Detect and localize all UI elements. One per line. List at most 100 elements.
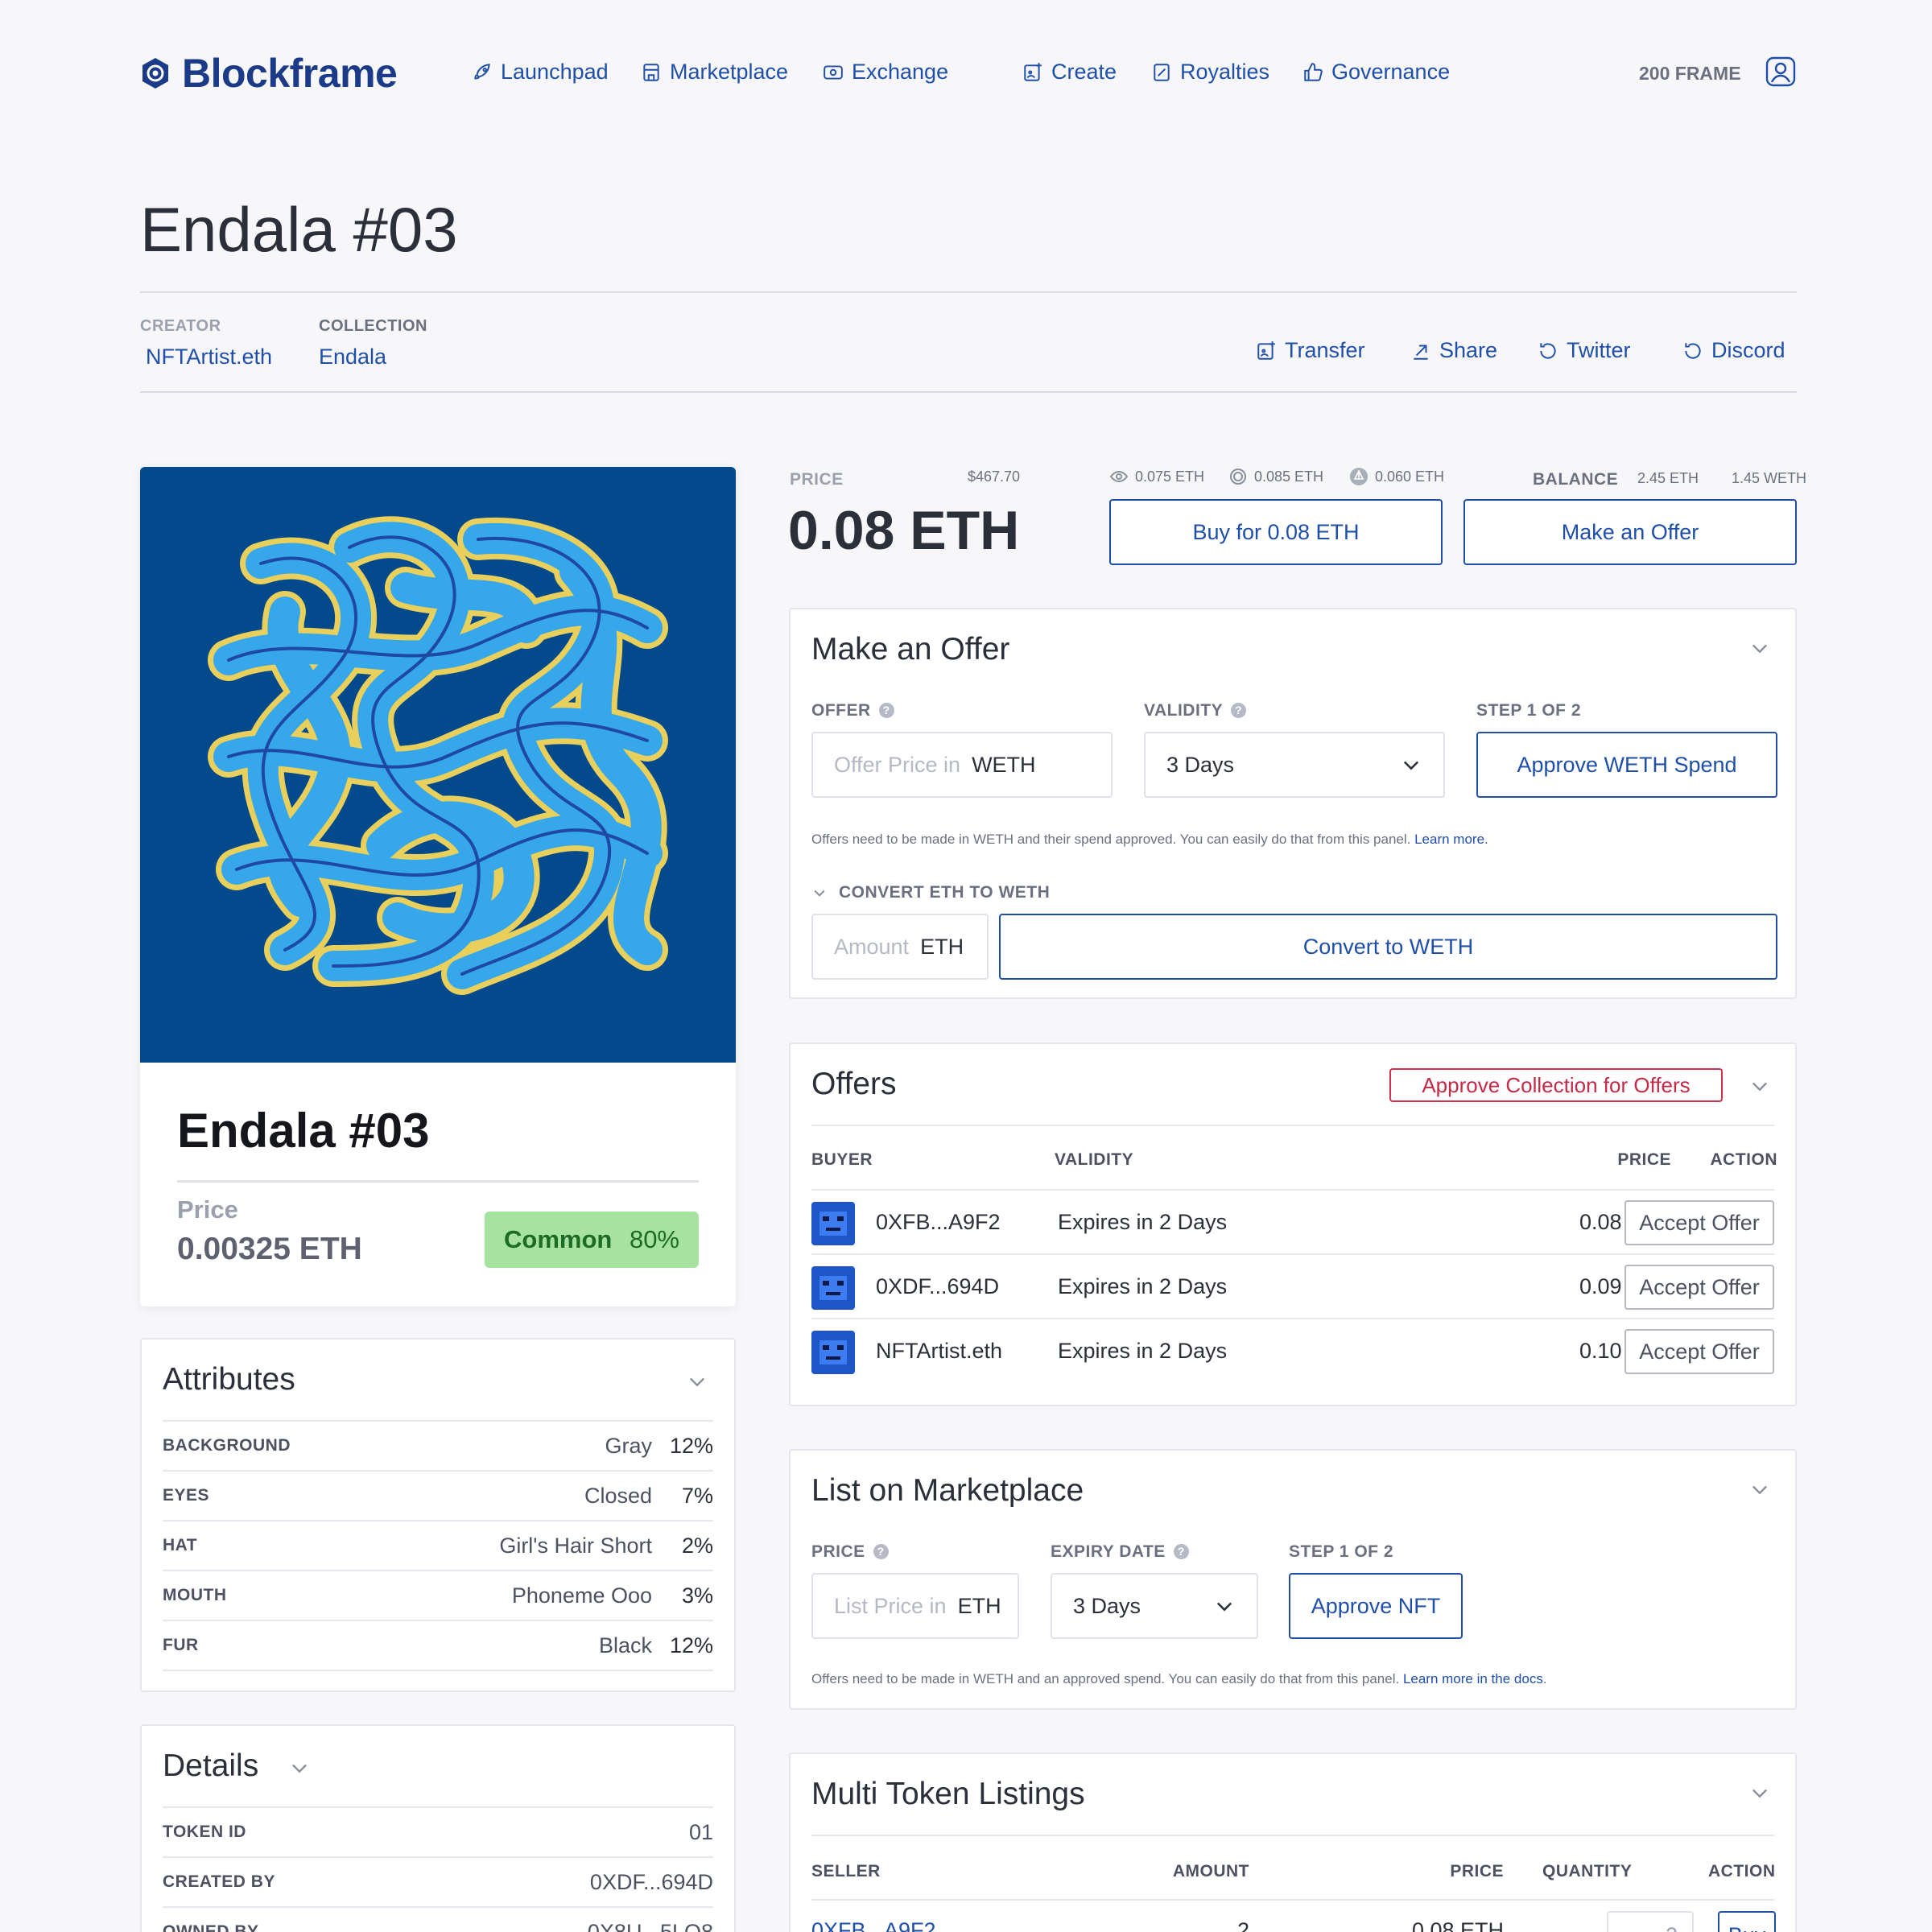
twitter-button[interactable]: Twitter: [1538, 338, 1631, 363]
validity-value: 3 Days: [1166, 752, 1235, 777]
expiry-value: 3 Days: [1073, 1593, 1141, 1618]
approve-weth-button[interactable]: Approve WETH Spend: [1476, 732, 1777, 798]
expiry-field-label: EXPIRY DATE?: [1051, 1542, 1189, 1562]
approve-collection-button[interactable]: Approve Collection for Offers: [1389, 1068, 1723, 1102]
nft-card-divider: [177, 1180, 699, 1183]
accept-offer-button[interactable]: Accept Offer: [1624, 1265, 1774, 1310]
offer-row: 0XDF...694D Expires in 2 Days 0.09 ETH A…: [811, 1253, 1774, 1318]
make-offer-button[interactable]: Make an Offer: [1463, 499, 1797, 565]
list-price-placeholder: List Price in: [834, 1593, 947, 1618]
rarity-percent: 80%: [629, 1225, 679, 1253]
chevron-down-icon[interactable]: [1748, 1478, 1771, 1501]
royalties-icon: [1154, 63, 1170, 81]
seller-address[interactable]: 0XFB...A9F2: [811, 1918, 936, 1932]
nav-launchpad[interactable]: Launchpad: [472, 60, 609, 85]
validity-select[interactable]: 3 Days: [1144, 732, 1445, 798]
offer-price-unit: WETH: [972, 752, 1036, 777]
floor-stat: 0.085 ETH: [1228, 467, 1323, 486]
brand-logo[interactable]: Blockframe: [140, 50, 398, 97]
rocket-icon: [474, 63, 490, 80]
convert-amount-input[interactable]: Amount ETH: [811, 914, 989, 980]
list-marketplace-panel: List on Marketplace PRICE? List Price in…: [789, 1449, 1797, 1710]
buyer-address[interactable]: 0XDF...694D: [876, 1274, 999, 1299]
refresh-icon: [1540, 342, 1556, 359]
price-value: 0.08 ETH: [788, 500, 1020, 561]
help-icon[interactable]: ?: [1173, 1544, 1189, 1559]
chevron-down-icon: [814, 890, 825, 897]
help-icon[interactable]: ?: [873, 1544, 889, 1559]
blockframe-logo-icon: [142, 58, 168, 89]
pixel-avatar-icon: [819, 1212, 847, 1236]
detail-row: CREATED BY 0XDF...694D: [163, 1858, 713, 1908]
buyer-avatar: [811, 1331, 855, 1374]
quantity-input[interactable]: 2: [1607, 1911, 1694, 1932]
quantity-value: 2: [1666, 1923, 1678, 1932]
convert-toggle[interactable]: CONVERT ETH TO WETH: [811, 883, 1050, 902]
transfer-button[interactable]: Transfer: [1256, 338, 1365, 363]
learn-more-docs-link[interactable]: Learn more in the docs: [1403, 1671, 1543, 1686]
col-buyer: BUYER: [811, 1150, 873, 1169]
attribute-key: FUR: [163, 1636, 199, 1654]
chevron-down-icon[interactable]: [1748, 1781, 1771, 1804]
convert-to-weth-button[interactable]: Convert to WETH: [999, 914, 1777, 980]
nav-royalties[interactable]: Royalties: [1151, 60, 1269, 85]
chevron-down-icon[interactable]: [1748, 1075, 1771, 1097]
buy-listing-button[interactable]: Buy: [1718, 1911, 1776, 1932]
collection-link[interactable]: Endala: [319, 345, 386, 369]
title-divider: [140, 291, 1797, 293]
twitter-label: Twitter: [1567, 338, 1631, 362]
buyer-address[interactable]: 0XFB...A9F2: [876, 1210, 1001, 1235]
discord-button[interactable]: Discord: [1682, 338, 1785, 363]
store-icon: [643, 63, 659, 81]
floor-value: 0.085 ETH: [1254, 468, 1324, 485]
validity-label-text: VALIDITY: [1144, 701, 1224, 720]
attribute-value: Black: [598, 1633, 652, 1657]
offer-validity: Expires in 2 Days: [1058, 1210, 1228, 1234]
offer-field-label: OFFER?: [811, 701, 894, 720]
share-button[interactable]: Share: [1410, 338, 1497, 363]
buy-button[interactable]: Buy for 0.08 ETH: [1109, 499, 1443, 565]
nav-create[interactable]: Create: [1022, 60, 1117, 85]
nft-name: Endala #03: [177, 1104, 430, 1158]
buyer-address[interactable]: NFTArtist.eth: [876, 1339, 1002, 1364]
balance-label: BALANCE: [1533, 470, 1619, 489]
learn-more-link[interactable]: Learn more.: [1414, 832, 1488, 847]
accept-offer-button[interactable]: Accept Offer: [1624, 1329, 1774, 1374]
col-price: PRICE: [1450, 1862, 1504, 1880]
accept-offer-button[interactable]: Accept Offer: [1624, 1200, 1774, 1245]
help-icon[interactable]: ?: [878, 703, 894, 718]
chevron-down-icon[interactable]: [1748, 637, 1771, 659]
offer-price-input[interactable]: Offer Price in WETH: [811, 732, 1113, 798]
make-offer-panel: Make an Offer OFFER? Offer Price in WETH…: [789, 608, 1797, 999]
attribute-row: EYES Closed 7%: [163, 1472, 713, 1521]
attribute-row: HAT Girl's Hair Short 2%: [163, 1521, 713, 1571]
col-action: ACTION: [1710, 1150, 1777, 1169]
offer-note: Offers need to be made in WETH and their…: [811, 832, 1488, 848]
user-icon[interactable]: [1765, 56, 1796, 87]
col-action: ACTION: [1708, 1862, 1776, 1880]
expiry-select[interactable]: 3 Days: [1051, 1573, 1258, 1639]
list-price-input[interactable]: List Price in ETH: [811, 1573, 1019, 1639]
help-icon[interactable]: ?: [1231, 703, 1247, 718]
brand-name: Blockframe: [182, 51, 398, 96]
nav-exchange[interactable]: Exchange: [823, 60, 948, 85]
attribute-percent: 12%: [669, 1433, 713, 1458]
nav-governance[interactable]: Governance: [1302, 60, 1450, 85]
approve-nft-button[interactable]: Approve NFT: [1289, 1573, 1463, 1639]
last-sale-value: 0.060 ETH: [1375, 468, 1445, 485]
nav-marketplace[interactable]: Marketplace: [641, 60, 788, 85]
creator-label: CREATOR: [140, 317, 221, 335]
chevron-down-icon[interactable]: [288, 1757, 311, 1779]
list-note: Offers need to be made in WETH and an ap…: [811, 1671, 1547, 1687]
last-sale-stat: 0.060 ETH: [1349, 467, 1444, 486]
listing-price: 0.08 ETH: [1411, 1918, 1504, 1932]
col-amount: AMOUNT: [1172, 1862, 1249, 1880]
attribute-row: BACKGROUND Gray 12%: [163, 1422, 713, 1472]
col-validity: VALIDITY: [1055, 1150, 1134, 1169]
chevron-down-icon: [1216, 1602, 1232, 1612]
attribute-key: BACKGROUND: [163, 1436, 291, 1455]
chevron-down-icon[interactable]: [686, 1370, 708, 1393]
nft-image[interactable]: [140, 467, 736, 1063]
creator-link[interactable]: NFTArtist.eth: [146, 345, 272, 369]
details-title: Details: [163, 1748, 259, 1783]
